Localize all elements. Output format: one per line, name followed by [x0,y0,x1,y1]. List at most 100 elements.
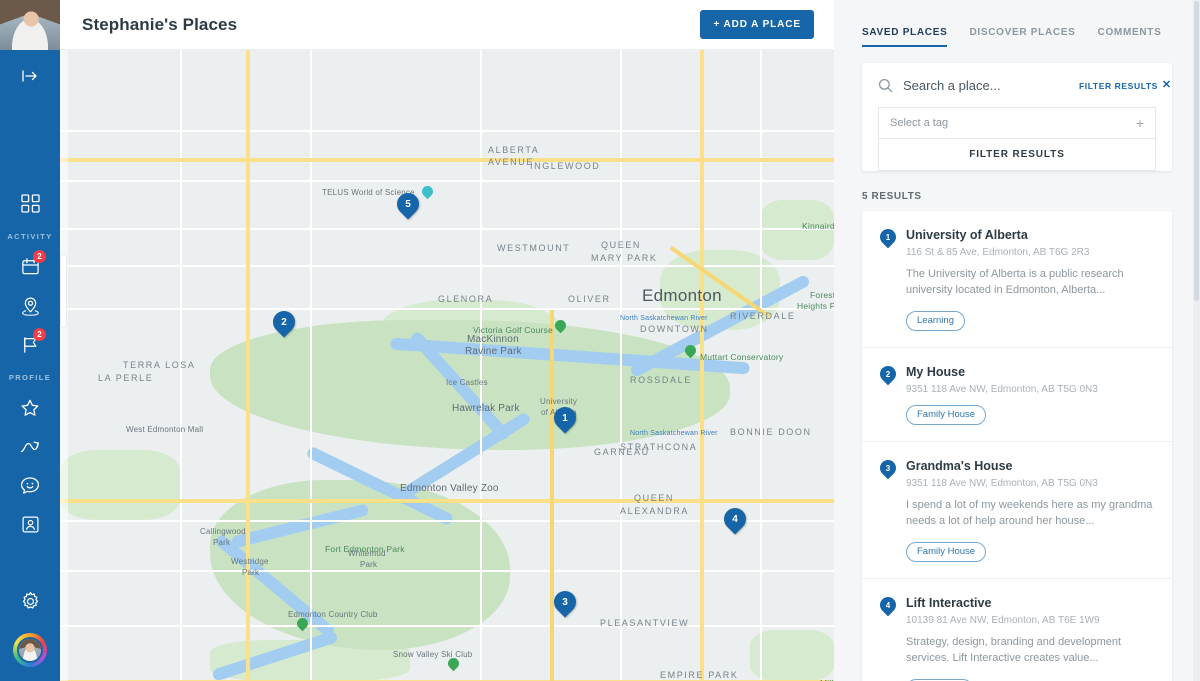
map-road [60,625,834,627]
sidebar-item-settings[interactable] [0,582,60,621]
map-canvas[interactable]: TELUS World of Science INGLEWOOD ALBERTA AV… [60,50,834,681]
result-pin: 3 [876,456,906,562]
apply-filter-button[interactable]: FILTER RESULTS [879,139,1155,170]
sidebar-item-flags[interactable]: 2 [0,325,60,364]
result-body: University of Alberta 116 St & 85 Ave, Ed… [906,228,1154,331]
map-highway [60,499,834,503]
plus-icon[interactable]: + [1136,116,1144,130]
map-road [310,50,312,681]
main-column: Stephanie's Places + ADD A PLACE TELUS W… [60,0,834,681]
sidebar-expand-button[interactable] [0,50,60,106]
result-pin: 2 [876,362,906,425]
poi-icon [294,615,311,632]
result-pin-number: 3 [885,463,891,473]
search-input[interactable] [903,78,1079,93]
search-row: FILTER RESULTS ✕ [862,63,1172,107]
panel-scrollbar[interactable] [1193,0,1200,681]
map-road [760,50,762,681]
sidebar-nav: ACTIVITY 2 2 PROFILE [0,184,60,544]
add-a-place-button[interactable]: + ADD A PLACE [700,10,814,39]
filter-results-toggle[interactable]: FILTER RESULTS ✕ [1079,80,1172,91]
result-tag[interactable]: Family House [906,541,987,562]
map-marker-3[interactable]: 3 [549,586,581,621]
result-pin-number: 1 [885,232,891,242]
result-address: 116 St & 85 Ave, Edmonton, AB T6G 2R3 [906,247,1090,258]
close-icon[interactable]: ✕ [1162,80,1172,91]
results-list: 1 University of Alberta 116 St & 85 Ave, E… [862,211,1172,681]
map-marker-number: 1 [562,412,568,424]
map-road [480,50,482,681]
poi-icon [419,183,436,200]
tab-discover-places[interactable]: DISCOVER PLACES [969,27,1075,47]
sidebar-item-trends[interactable] [0,427,60,466]
result-item[interactable]: 1 University of Alberta 116 St & 85 Ave, E… [862,211,1172,348]
sidebar-user-photo[interactable] [0,0,60,50]
panel-scrollbar-thumb[interactable] [1194,1,1199,301]
map-scrollbar-thumb[interactable] [61,255,66,327]
map-container[interactable]: TELUS World of Science INGLEWOOD ALBERTA AV… [60,50,834,681]
filters-box: Select a tag + FILTER RESULTS [878,107,1156,171]
sidebar-item-places[interactable] [0,286,60,325]
result-description: The University of Alberta is a public re… [906,268,1124,296]
result-pin: 1 [876,225,906,331]
poi-icon [445,655,462,672]
right-panel: SAVED PLACES DISCOVER PLACES COMMENTS FI… [834,0,1200,681]
result-title: Grandma's House [906,458,1013,473]
flag-badge: 2 [33,328,46,341]
map-highway [700,50,704,681]
result-tag[interactable]: Learning [906,310,965,331]
results-count: 5 RESULTS [862,191,922,202]
sidebar-section-profile: PROFILE [8,373,52,382]
map-road [60,265,834,267]
result-address: 9351 118 Ave NW, Edmonton, AB T5G 0N3 [906,383,1098,395]
sidebar-item-dashboard[interactable] [0,184,60,223]
result-pin: 4 [876,593,906,681]
map-road [60,180,834,182]
result-body: Lift Interactive 10139 81 Ave NW, Edmonto… [906,596,1154,681]
result-title: My House [906,364,966,379]
page-header: Stephanie's Places + ADD A PLACE [60,0,834,50]
filter-results-toggle-label: FILTER RESULTS [1079,80,1158,91]
avatar[interactable] [13,633,47,667]
gear-icon [20,591,41,612]
trending-up-icon [20,439,40,455]
map-park [60,450,180,520]
map-pin-icon: 4 [876,593,900,617]
map-marker-2[interactable]: 2 [268,306,300,341]
map-pin-icon: 3 [876,456,900,480]
map-road [620,50,622,681]
result-item[interactable]: 4 Lift Interactive 10139 81 Ave NW, Edmont… [862,579,1172,681]
tab-saved-places[interactable]: SAVED PLACES [862,27,948,47]
sidebar-item-contacts[interactable] [0,505,60,544]
sidebar-item-favorites[interactable] [0,388,60,427]
chat-smile-icon [20,476,40,495]
map-scrollbar[interactable] [60,50,68,681]
poi-icon [682,342,699,359]
result-pin-number: 2 [885,369,891,379]
expand-arrow-icon [22,69,38,88]
result-description: Strategy, design, branding and developme… [906,635,1122,664]
result-title: Lift Interactive [906,595,992,610]
result-item[interactable]: 3 Grandma's House 9351 118 Ave NW, Edmonto… [862,442,1172,579]
map-highway [60,158,834,162]
search-icon [878,78,893,93]
map-marker-5[interactable]: 5 [392,188,424,223]
map-marker-1[interactable]: 1 [549,402,581,437]
contact-card-icon [21,515,40,534]
tag-select-placeholder: Select a tag [890,117,949,129]
result-item[interactable]: 2 My House 9351 118 Ave NW, Edmonton, AB T… [862,348,1172,442]
map-road [60,520,834,522]
tag-select[interactable]: Select a tag + [879,108,1155,139]
result-tag[interactable]: Family House [906,404,987,425]
map-pin-icon: 1 [876,225,900,249]
sidebar-section-activity: ACTIVITY [7,232,53,241]
result-address: 9351 118 Ave NW, Edmonton, AB T5G 0N3 [906,477,1098,489]
sidebar-item-messages[interactable] [0,466,60,505]
map-road [60,130,834,132]
sidebar-item-calendar[interactable]: 2 [0,247,60,286]
map-marker-4[interactable]: 4 [719,503,751,538]
map-pin-icon: 2 [876,362,900,386]
panel-tabs: SAVED PLACES DISCOVER PLACES COMMENTS [834,0,1200,47]
tab-comments[interactable]: COMMENTS [1098,27,1162,47]
result-title: University of Alberta [906,228,1028,242]
